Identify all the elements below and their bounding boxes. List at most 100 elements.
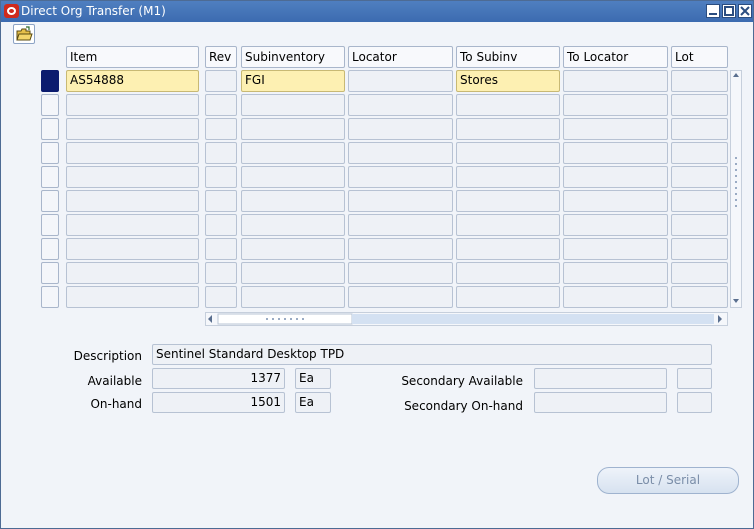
secondary-onhand-uom-field[interactable] [677, 392, 712, 413]
cell-rev[interactable] [205, 70, 237, 92]
cell-to-locator[interactable] [563, 70, 668, 92]
window-title: Direct Org Transfer (M1) [21, 4, 166, 18]
horizontal-scrollbar[interactable] [205, 312, 728, 326]
cell-locator[interactable] [348, 262, 453, 284]
cell-to-locator[interactable] [563, 238, 668, 260]
open-folder-icon [16, 26, 33, 41]
cell-locator[interactable] [348, 238, 453, 260]
cell-to-subinv[interactable] [456, 94, 560, 116]
cell-to-subinv[interactable]: Stores [456, 70, 560, 92]
row-selector[interactable] [41, 70, 59, 92]
cell-subinventory[interactable] [241, 238, 345, 260]
column-header-to-subinv: To Subinv [456, 46, 560, 68]
cell-lot[interactable] [671, 262, 728, 284]
row-selector[interactable] [41, 94, 59, 116]
cell-locator[interactable] [348, 190, 453, 212]
cell-lot[interactable] [671, 142, 728, 164]
cell-subinventory[interactable] [241, 118, 345, 140]
cell-item[interactable] [66, 94, 199, 116]
cell-lot[interactable] [671, 286, 728, 308]
cell-to-locator[interactable] [563, 166, 668, 188]
cell-rev[interactable] [205, 238, 237, 260]
cell-to-locator[interactable] [563, 214, 668, 236]
cell-locator[interactable] [348, 166, 453, 188]
cell-item[interactable] [66, 166, 199, 188]
cell-locator[interactable] [348, 70, 453, 92]
cell-locator[interactable] [348, 286, 453, 308]
cell-subinventory[interactable] [241, 262, 345, 284]
onhand-quantity-field[interactable]: 1501 [152, 392, 285, 413]
cell-item[interactable] [66, 142, 199, 164]
description-field[interactable]: Sentinel Standard Desktop TPD [152, 344, 712, 365]
cell-lot[interactable] [671, 94, 728, 116]
cell-to-locator[interactable] [563, 118, 668, 140]
cell-lot[interactable] [671, 70, 728, 92]
minimize-icon[interactable] [706, 4, 720, 18]
row-selector[interactable] [41, 214, 59, 236]
cell-rev[interactable] [205, 286, 237, 308]
open-folder-button[interactable] [13, 24, 35, 44]
cell-to-subinv[interactable] [456, 166, 560, 188]
row-selector[interactable] [41, 190, 59, 212]
row-selector[interactable] [41, 142, 59, 164]
cell-to-subinv[interactable] [456, 190, 560, 212]
cell-lot[interactable] [671, 166, 728, 188]
cell-item[interactable] [66, 262, 199, 284]
cell-to-subinv[interactable] [456, 214, 560, 236]
row-selector[interactable] [41, 286, 59, 308]
cell-subinventory[interactable] [241, 94, 345, 116]
cell-subinventory[interactable] [241, 190, 345, 212]
cell-to-locator[interactable] [563, 142, 668, 164]
cell-locator[interactable] [348, 214, 453, 236]
secondary-onhand-field[interactable] [534, 392, 667, 413]
cell-locator[interactable] [348, 118, 453, 140]
cell-item[interactable] [66, 118, 199, 140]
row-selector[interactable] [41, 166, 59, 188]
vertical-scrollbar[interactable] [730, 70, 742, 308]
cell-subinventory[interactable]: FGI [241, 70, 345, 92]
close-icon[interactable] [738, 4, 752, 18]
cell-subinventory[interactable] [241, 166, 345, 188]
cell-rev[interactable] [205, 142, 237, 164]
cell-to-subinv[interactable] [456, 238, 560, 260]
cell-locator[interactable] [348, 94, 453, 116]
cell-rev[interactable] [205, 118, 237, 140]
cell-item[interactable] [66, 190, 199, 212]
cell-lot[interactable] [671, 214, 728, 236]
cell-rev[interactable] [205, 190, 237, 212]
cell-lot[interactable] [671, 118, 728, 140]
cell-item[interactable] [66, 286, 199, 308]
cell-rev[interactable] [205, 94, 237, 116]
cell-rev[interactable] [205, 166, 237, 188]
onhand-uom-field[interactable]: Ea [295, 392, 331, 413]
cell-to-subinv[interactable] [456, 142, 560, 164]
cell-locator[interactable] [348, 142, 453, 164]
secondary-available-field[interactable] [534, 368, 667, 389]
cell-to-locator[interactable] [563, 190, 668, 212]
available-quantity-field[interactable]: 1377 [152, 368, 285, 389]
cell-lot[interactable] [671, 238, 728, 260]
cell-to-locator[interactable] [563, 94, 668, 116]
available-uom-field[interactable]: Ea [295, 368, 331, 389]
cell-lot[interactable] [671, 190, 728, 212]
cell-subinventory[interactable] [241, 286, 345, 308]
cell-to-locator[interactable] [563, 286, 668, 308]
row-selector[interactable] [41, 238, 59, 260]
cell-item[interactable]: AS54888 [66, 70, 199, 92]
cell-subinventory[interactable] [241, 142, 345, 164]
cell-rev[interactable] [205, 214, 237, 236]
cell-item[interactable] [66, 214, 199, 236]
row-selector[interactable] [41, 118, 59, 140]
column-header-subinventory: Subinventory [241, 46, 345, 68]
cell-rev[interactable] [205, 262, 237, 284]
cell-to-subinv[interactable] [456, 118, 560, 140]
cell-to-subinv[interactable] [456, 262, 560, 284]
row-selector[interactable] [41, 262, 59, 284]
secondary-available-uom-field[interactable] [677, 368, 712, 389]
cell-item[interactable] [66, 238, 199, 260]
cell-to-subinv[interactable] [456, 286, 560, 308]
maximize-icon[interactable] [722, 4, 736, 18]
cell-to-locator[interactable] [563, 262, 668, 284]
lot-serial-button[interactable]: Lot / Serial [597, 467, 739, 494]
cell-subinventory[interactable] [241, 214, 345, 236]
